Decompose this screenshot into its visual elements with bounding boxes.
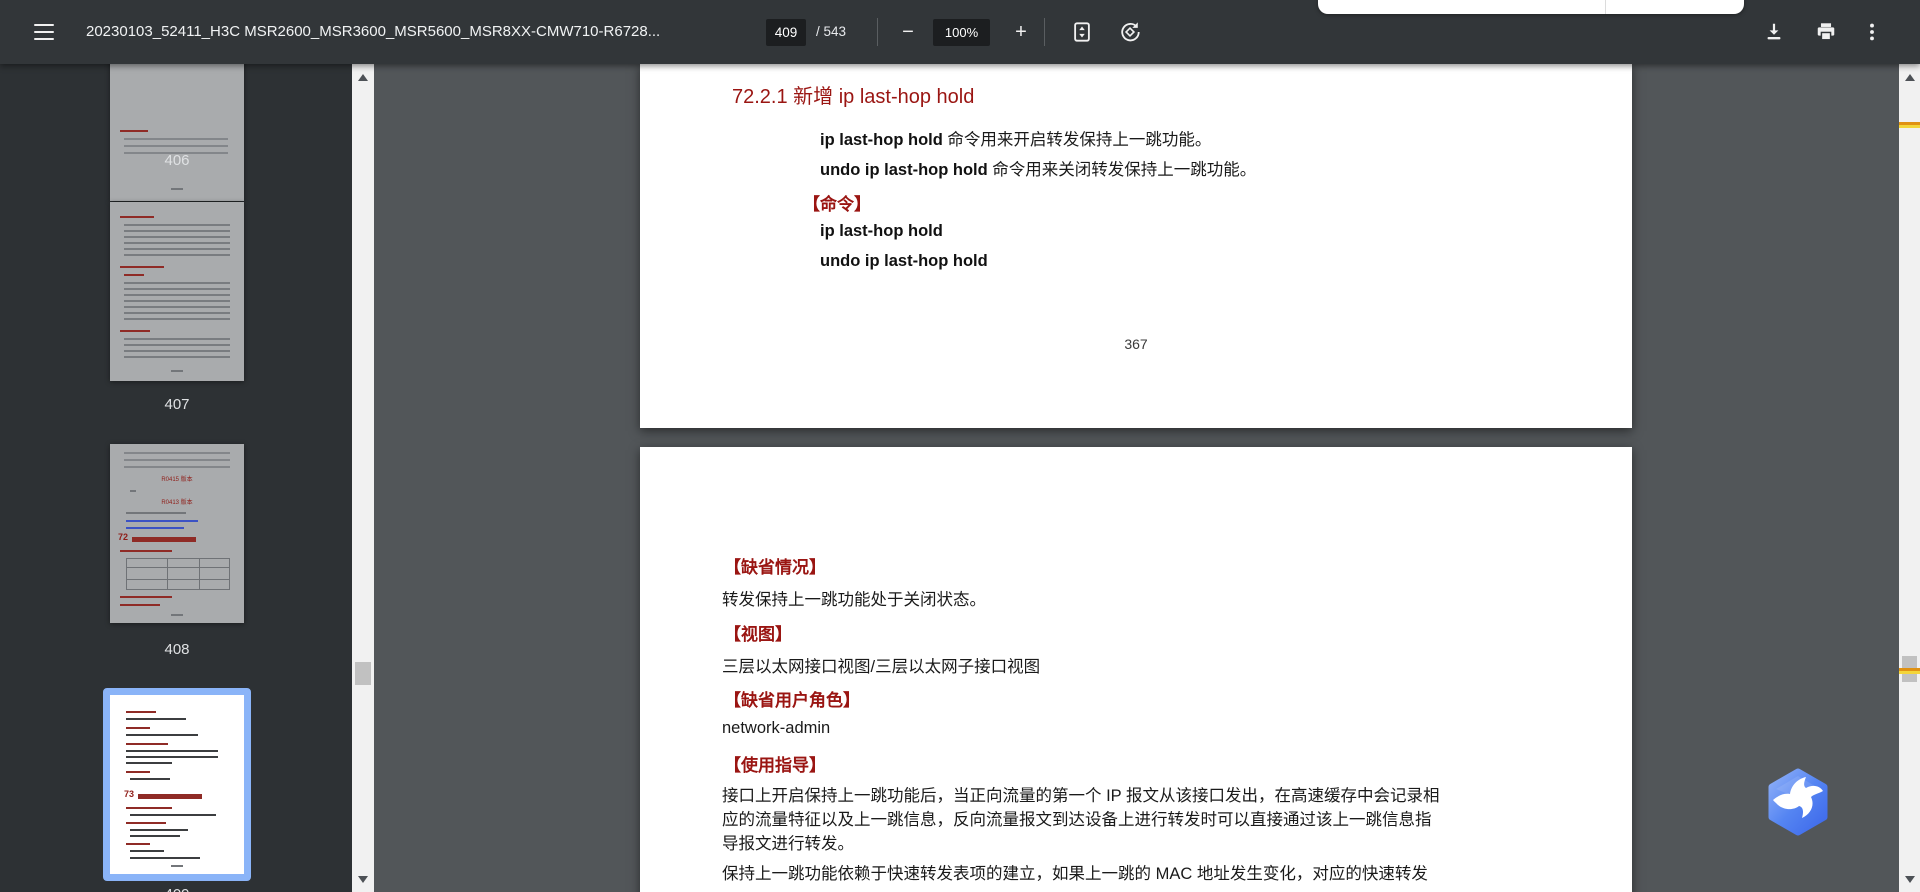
thumbnail-label: 407	[110, 396, 244, 413]
menu-icon[interactable]	[28, 16, 60, 48]
thumbnail-page-407[interactable]	[110, 202, 244, 381]
pdf-viewer-window: 20230103_52411_H3C MSR2600_MSR3600_MSR56…	[0, 0, 1920, 892]
kebab-menu-icon[interactable]	[1856, 16, 1888, 48]
page-folio: 367	[640, 336, 1632, 352]
thumb-mini-text: 73	[124, 791, 134, 797]
scroll-down-icon[interactable]	[352, 870, 374, 888]
role-text: network-admin	[722, 719, 830, 738]
subsection-role: 【缺省用户角色】	[724, 686, 860, 711]
find-bar-divider	[1605, 0, 1606, 14]
zoom-in-button[interactable]: +	[1005, 16, 1037, 48]
thumb-mini-text: 72	[118, 534, 128, 540]
scroll-down-icon[interactable]	[1899, 870, 1920, 888]
rotate-ccw-icon[interactable]	[1114, 16, 1146, 48]
thumbnail-sidebar: 406 407 R0415 版本 R0413 版本 72	[0, 64, 374, 892]
command-description: undo ip last-hop hold 命令用来关闭转发保持上一跳功能。	[820, 156, 1256, 180]
guide-paragraph: 保持上一跳功能依赖于快速转发表项的建立，如果上一跳的 MAC 地址发生变化，对应…	[722, 862, 1428, 886]
command-syntax: ip last-hop hold	[820, 222, 943, 241]
pdf-page-368: 【缺省情况】 转发保持上一跳功能处于关闭状态。 【视图】 三层以太网接口视图/三…	[640, 447, 1632, 892]
toolbar-divider	[877, 18, 878, 46]
toolbar-divider	[1044, 18, 1045, 46]
thumb-mini-text: R0413 版本	[110, 500, 244, 506]
thumbnail-label: 409	[110, 886, 244, 892]
document-title: 20230103_52411_H3C MSR2600_MSR3600_MSR56…	[86, 0, 660, 64]
view-text: 三层以太网接口视图/三层以太网子接口视图	[722, 653, 1040, 677]
command-description: ip last-hop hold 命令用来开启转发保持上一跳功能。	[820, 126, 1211, 150]
page-total-label: / 543	[816, 0, 846, 64]
subsection-command: 【命令】	[803, 190, 871, 215]
zoom-level-value[interactable]: 100%	[933, 19, 990, 46]
thumbnail-page-409-selected[interactable]: 73	[103, 688, 251, 881]
find-in-page-bar[interactable]	[1318, 0, 1744, 14]
subsection-default: 【缺省情况】	[724, 553, 826, 578]
thumbnail-page-408[interactable]: R0415 版本 R0413 版本 72	[110, 444, 244, 623]
find-match-marker	[1899, 125, 1920, 128]
thunder-bird-icon[interactable]	[1766, 768, 1830, 836]
fit-page-icon[interactable]	[1066, 16, 1098, 48]
section-heading: 72.2.1 新增 ip last-hop hold	[732, 80, 974, 109]
pdf-page-367: 72.2.1 新增 ip last-hop hold ip last-hop h…	[640, 64, 1632, 428]
sidebar-scrollbar[interactable]	[352, 64, 374, 892]
print-icon[interactable]	[1810, 16, 1842, 48]
thumbnail-page-406[interactable]	[110, 64, 244, 201]
download-icon[interactable]	[1758, 16, 1790, 48]
scroll-up-icon[interactable]	[352, 68, 374, 86]
thumb-mini-text: R0415 版本	[110, 477, 244, 483]
sidebar-scrollbar-thumb[interactable]	[355, 662, 371, 685]
subsection-view: 【视图】	[724, 620, 792, 645]
subsection-guide: 【使用指导】	[724, 751, 826, 776]
thumbnail-label: 406	[110, 152, 244, 169]
guide-paragraph: 接口上开启保持上一跳功能后，当正向流量的第一个 IP 报文从该接口发出，在高速缓…	[722, 784, 1439, 856]
main-scrollbar[interactable]	[1899, 64, 1920, 892]
default-text: 转发保持上一跳功能处于关闭状态。	[722, 586, 986, 610]
scroll-up-icon[interactable]	[1899, 68, 1920, 86]
command-syntax: undo ip last-hop hold	[820, 252, 988, 271]
pdf-content-area: 72.2.1 新增 ip last-hop hold ip last-hop h…	[374, 64, 1899, 892]
zoom-out-button[interactable]: −	[892, 16, 924, 48]
page-number-input[interactable]	[766, 19, 806, 46]
find-match-marker	[1899, 671, 1920, 674]
thumbnail-label: 408	[110, 641, 244, 658]
